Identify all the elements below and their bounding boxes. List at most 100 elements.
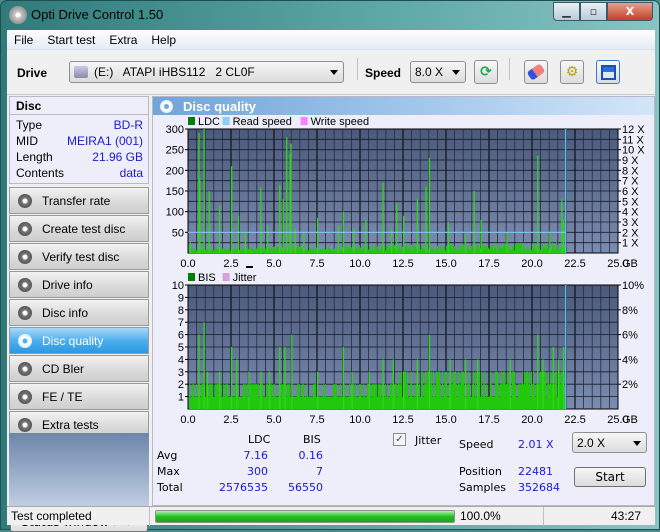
nav-disc-info[interactable]: Disc info <box>9 299 149 326</box>
data-bar <box>206 249 207 253</box>
nav-drive-info[interactable]: Drive info <box>9 271 149 298</box>
y2-tick-label: 11 X <box>622 134 644 146</box>
data-bar <box>541 250 542 253</box>
data-bar <box>482 396 483 409</box>
y-tick-label: 9 <box>178 292 184 304</box>
data-bar <box>514 250 515 253</box>
data-bar <box>556 371 557 409</box>
data-bar <box>334 384 335 409</box>
data-bar <box>388 396 389 409</box>
data-bar <box>305 396 306 409</box>
data-bar <box>324 247 325 253</box>
data-bar <box>397 396 398 409</box>
data-bar <box>332 396 333 409</box>
start-button[interactable]: Start <box>574 467 646 487</box>
data-bar <box>473 371 474 409</box>
nav-fe-te[interactable]: FE / TE <box>9 383 149 410</box>
data-bar <box>255 249 256 253</box>
data-bar <box>225 249 226 253</box>
refresh-button[interactable]: ⟳ <box>474 60 498 84</box>
data-bar <box>311 249 312 253</box>
close-button[interactable]: X <box>607 2 653 21</box>
nav-disc-quality[interactable]: Disc quality <box>9 327 149 354</box>
disc-value: data <box>119 166 143 180</box>
data-bar <box>436 371 437 409</box>
data-bar <box>525 384 526 409</box>
data-bar <box>370 384 371 409</box>
data-bar <box>346 396 347 409</box>
menu-help[interactable]: Help <box>144 33 183 47</box>
nav-cd-bler[interactable]: CD Bler <box>9 355 149 382</box>
data-bar <box>316 396 317 409</box>
data-bar <box>458 245 459 253</box>
data-bar <box>422 371 423 409</box>
data-bar <box>265 248 266 253</box>
y-tick-label: 3 <box>178 367 184 379</box>
data-bar <box>546 396 547 409</box>
data-bar <box>228 396 229 409</box>
data-bar <box>359 245 360 253</box>
jitter-checkbox[interactable]: ✓ <box>393 433 406 446</box>
data-bar-peak <box>449 359 451 409</box>
data-bar <box>505 244 506 253</box>
data-bar <box>424 384 425 409</box>
disc-icon <box>18 249 32 264</box>
drive-select[interactable]: (E:) ATAPI iHBS112 2 CL0F <box>69 61 344 83</box>
data-bar <box>400 384 401 409</box>
menu-file[interactable]: File <box>7 33 40 47</box>
erase-button[interactable] <box>524 60 548 84</box>
data-bar <box>226 384 227 409</box>
data-bar <box>444 247 445 253</box>
data-bar <box>472 249 473 253</box>
y2-tick-label: 4% <box>622 354 638 366</box>
nav-create-test-disc[interactable]: Create test disc <box>9 215 149 242</box>
nav-verify-test-disc[interactable]: Verify test disc <box>9 243 149 270</box>
test-speed-select[interactable]: 2.0 X <box>572 432 647 453</box>
data-bar-peak <box>290 143 292 253</box>
disc-icon <box>18 361 32 376</box>
data-bar <box>482 246 483 253</box>
menu-extra[interactable]: Extra <box>102 33 144 47</box>
data-bar <box>509 249 510 253</box>
data-bar <box>250 247 251 253</box>
data-bar <box>479 250 480 253</box>
x-tick-label: 17.5 <box>478 414 499 426</box>
data-bar <box>418 248 419 253</box>
data-bar <box>201 384 202 409</box>
data-bar <box>408 396 409 409</box>
data-bar <box>432 396 433 409</box>
minimize-button[interactable]: ▁ <box>553 2 580 21</box>
data-bar <box>502 384 503 409</box>
speed-select[interactable]: 8.0 X <box>410 61 466 83</box>
data-bar <box>526 371 527 409</box>
menu-start-test[interactable]: Start test <box>40 33 102 47</box>
data-bar <box>263 396 264 409</box>
data-bar <box>539 244 540 253</box>
data-bar <box>228 248 229 253</box>
data-bar-peak <box>506 232 508 253</box>
save-button[interactable] <box>596 60 620 84</box>
data-bar <box>399 384 400 409</box>
data-bar <box>452 250 453 253</box>
data-bar <box>471 245 472 253</box>
charts: LDC Read speed Write speed5010015020025030… <box>166 116 646 426</box>
maximize-button[interactable]: ▫ <box>580 2 607 21</box>
sidebar: Disc Type BD-R MID MEIRA1 (001) Length 21.96 … <box>7 96 150 513</box>
settings-button[interactable]: ⚙ <box>560 60 584 84</box>
data-bar <box>484 371 485 409</box>
nav-transfer-rate[interactable]: Transfer rate <box>9 187 149 214</box>
data-bar <box>265 396 266 409</box>
data-bar <box>450 244 451 253</box>
data-bar <box>206 384 207 409</box>
data-bar <box>276 247 277 253</box>
disc-icon <box>18 389 32 404</box>
data-bar <box>395 384 396 409</box>
data-bar-peak <box>562 219 565 253</box>
data-bar <box>195 250 196 253</box>
data-bar-peak <box>189 241 192 253</box>
data-bar <box>335 384 336 409</box>
data-bar <box>523 384 524 409</box>
data-bar <box>375 244 376 253</box>
data-bar <box>274 246 275 253</box>
data-bar <box>458 371 459 409</box>
